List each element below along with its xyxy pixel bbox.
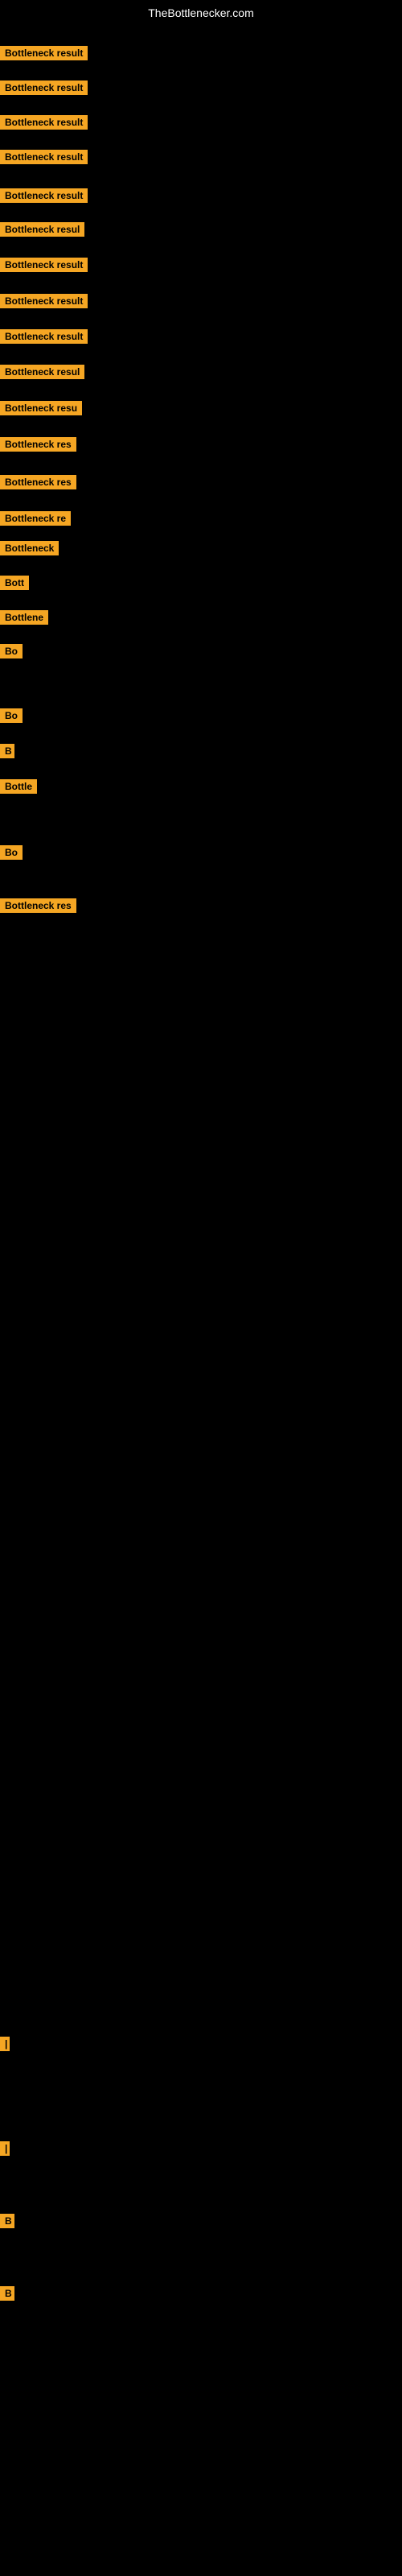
bottleneck-result-badge: Bo (0, 845, 23, 864)
badge-label: B (0, 2214, 14, 2228)
bottleneck-result-badge: Bottleneck result (0, 258, 88, 276)
bottleneck-result-badge: Bottleneck resul (0, 365, 84, 383)
badge-label: Bottleneck result (0, 46, 88, 60)
badge-label: Bottleneck resul (0, 222, 84, 237)
badge-label: Bottleneck re (0, 511, 71, 526)
bottleneck-result-badge: Bottleneck resu (0, 401, 82, 419)
badge-label: Bottle (0, 779, 37, 794)
badge-label: Bottleneck result (0, 80, 88, 95)
bottleneck-result-badge: Bottleneck re (0, 511, 71, 530)
bottleneck-result-badge: Bottleneck result (0, 115, 88, 134)
bottleneck-result-badge: Bottleneck (0, 541, 59, 559)
badge-label: Bottleneck result (0, 188, 88, 203)
bottleneck-result-badge: Bott (0, 576, 29, 594)
badge-label: Bottleneck result (0, 329, 88, 344)
bottleneck-result-badge: Bottlene (0, 610, 48, 629)
badge-label: Bottleneck res (0, 475, 76, 489)
bottleneck-result-badge: Bottleneck result (0, 46, 88, 64)
bottleneck-result-badge: | (0, 2037, 10, 2055)
bottleneck-result-badge: | (0, 2141, 10, 2160)
badge-label: Bo (0, 708, 23, 723)
badge-label: B (0, 744, 14, 758)
bottleneck-result-badge: Bottleneck result (0, 294, 88, 312)
badge-label: Bottleneck result (0, 294, 88, 308)
badge-label: Bottleneck res (0, 898, 76, 913)
badge-label: Bottleneck result (0, 258, 88, 272)
badge-label: Bo (0, 845, 23, 860)
badge-label: | (0, 2037, 10, 2051)
site-title: TheBottlenecker.com (0, 0, 402, 26)
badge-label: Bottleneck result (0, 115, 88, 130)
bottleneck-result-badge: Bottleneck result (0, 188, 88, 207)
bottleneck-result-badge: Bottleneck result (0, 329, 88, 348)
badge-label: Bottleneck (0, 541, 59, 555)
badge-label: Bott (0, 576, 29, 590)
bottleneck-result-badge: B (0, 2286, 14, 2305)
badge-label: Bottleneck result (0, 150, 88, 164)
bottleneck-result-badge: Bottle (0, 779, 37, 798)
bottleneck-result-badge: Bo (0, 708, 23, 727)
badge-label: Bottlene (0, 610, 48, 625)
bottleneck-result-badge: Bottleneck res (0, 437, 76, 456)
badge-label: Bottleneck resu (0, 401, 82, 415)
badge-label: B (0, 2286, 14, 2301)
badge-label: | (0, 2141, 10, 2156)
badge-label: Bottleneck res (0, 437, 76, 452)
bottleneck-result-badge: Bottleneck res (0, 475, 76, 493)
bottleneck-result-badge: Bottleneck res (0, 898, 76, 917)
bottleneck-result-badge: B (0, 2214, 14, 2232)
bottleneck-result-badge: Bottleneck resul (0, 222, 84, 241)
bottleneck-result-badge: Bo (0, 644, 23, 663)
bottleneck-result-badge: B (0, 744, 14, 762)
badge-label: Bo (0, 644, 23, 658)
bottleneck-result-badge: Bottleneck result (0, 150, 88, 168)
bottleneck-result-badge: Bottleneck result (0, 80, 88, 99)
badge-label: Bottleneck resul (0, 365, 84, 379)
